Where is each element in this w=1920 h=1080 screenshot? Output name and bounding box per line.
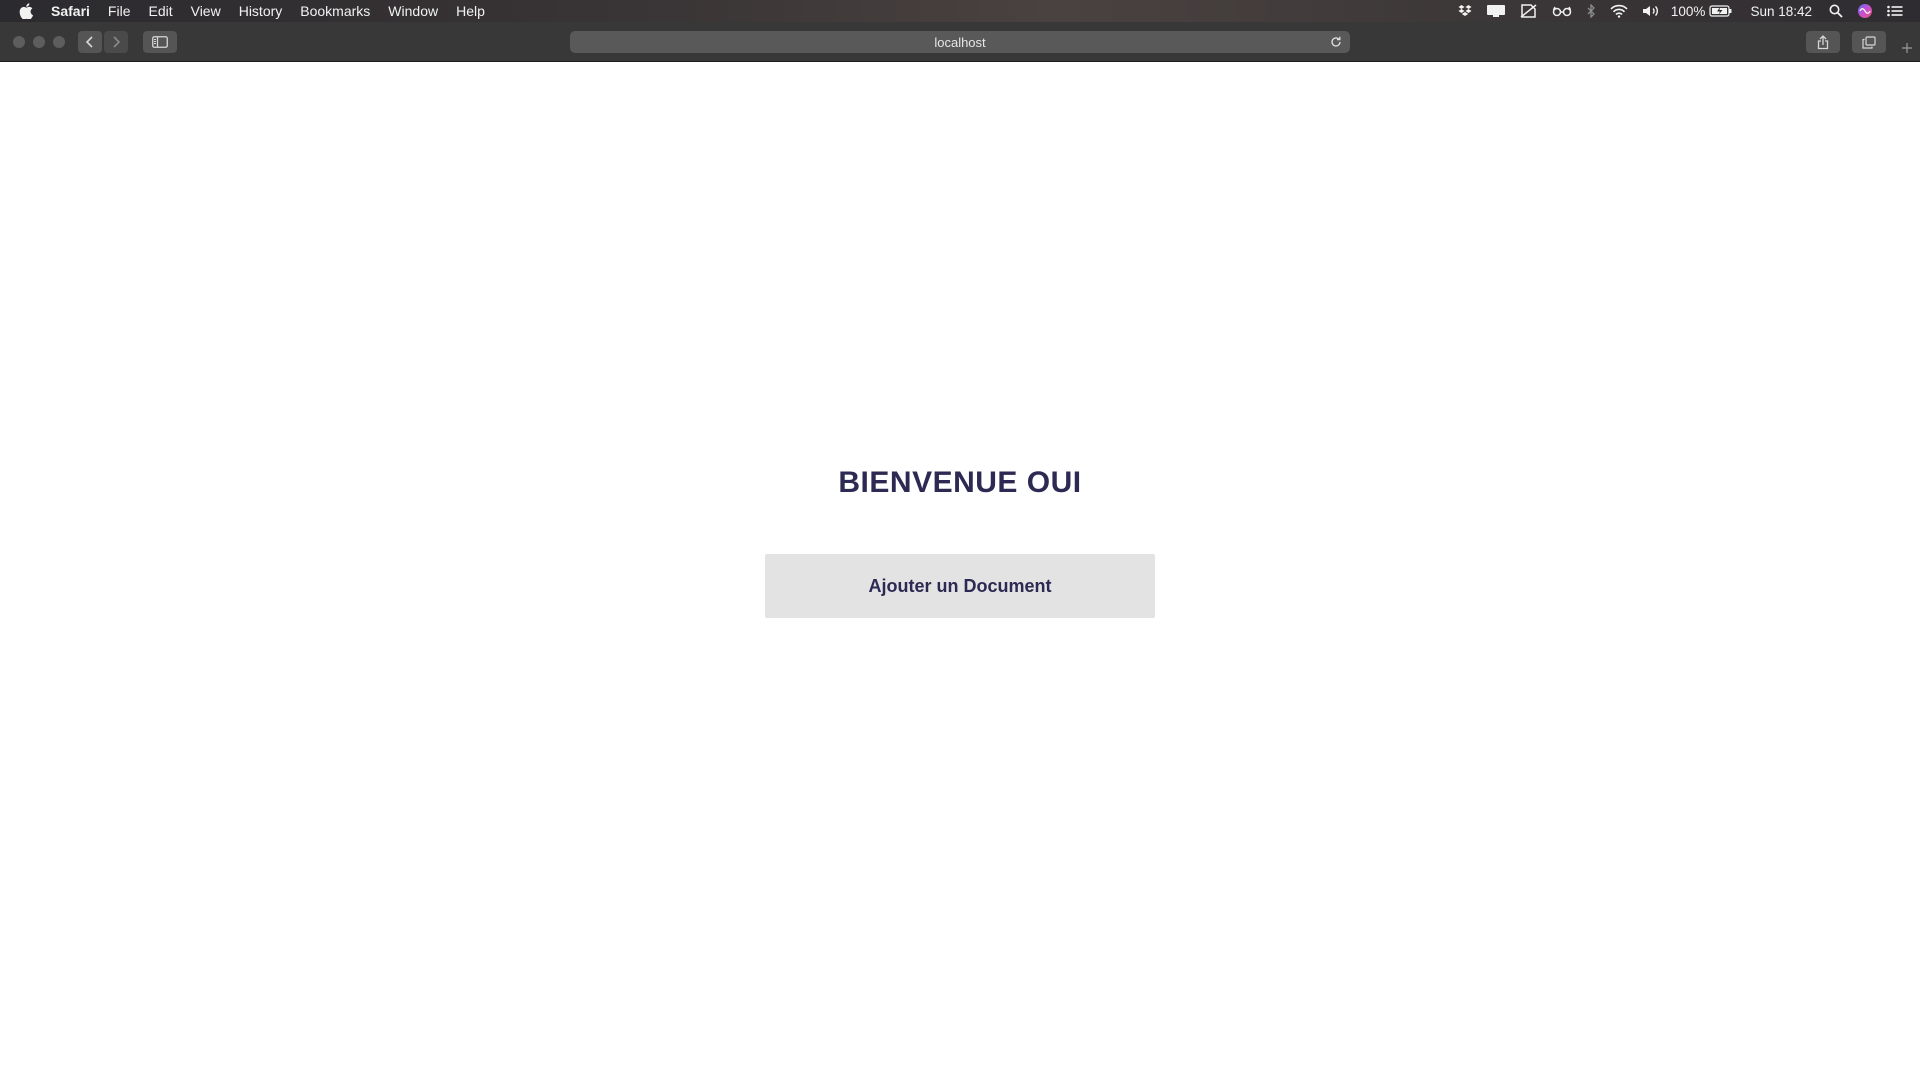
share-icon	[1817, 34, 1829, 49]
sidebar-icon	[152, 36, 168, 48]
new-tab-button[interactable]	[1896, 36, 1918, 60]
minimize-window-button[interactable]	[33, 36, 45, 48]
menu-window[interactable]: Window	[379, 0, 447, 22]
menu-history[interactable]: History	[230, 0, 292, 22]
display-icon[interactable]	[1479, 0, 1513, 22]
reload-icon[interactable]	[1328, 34, 1344, 50]
spotlight-icon[interactable]	[1822, 0, 1850, 22]
back-button[interactable]	[78, 31, 102, 53]
battery-percentage: 100%	[1670, 3, 1706, 19]
bluetooth-icon[interactable]	[1579, 0, 1603, 22]
tabs-icon	[1862, 35, 1876, 49]
page-title: BIENVENUE OUI	[838, 466, 1082, 499]
menu-clock[interactable]: Sun 18:42	[1740, 4, 1822, 19]
glasses-icon[interactable]	[1545, 0, 1579, 22]
menu-bookmarks[interactable]: Bookmarks	[291, 0, 379, 22]
document-icon[interactable]	[1513, 0, 1545, 22]
chevron-left-icon	[85, 36, 93, 48]
address-text: localhost	[934, 34, 986, 50]
menu-view[interactable]: View	[182, 0, 230, 22]
menu-app-safari[interactable]: Safari	[42, 0, 99, 22]
browser-toolbar: localhost	[0, 22, 1920, 62]
dropbox-icon[interactable]	[1451, 0, 1479, 22]
add-document-button[interactable]: Ajouter un Document	[765, 554, 1155, 618]
share-button[interactable]	[1806, 31, 1840, 53]
sidebar-toggle-button[interactable]	[143, 31, 177, 53]
forward-button[interactable]	[104, 31, 128, 53]
menu-help[interactable]: Help	[447, 0, 494, 22]
battery-icon[interactable]	[1709, 0, 1740, 22]
tab-overview-button[interactable]	[1852, 31, 1886, 53]
siri-icon[interactable]	[1850, 0, 1880, 22]
address-bar[interactable]: localhost	[570, 31, 1350, 53]
menu-edit[interactable]: Edit	[139, 0, 181, 22]
volume-icon[interactable]	[1635, 0, 1667, 22]
menu-bar: Safari File Edit View History Bookmarks …	[0, 0, 1920, 22]
chevron-right-icon	[113, 36, 121, 48]
wifi-icon[interactable]	[1603, 0, 1635, 22]
web-page: BIENVENUE OUI Ajouter un Document	[0, 62, 1920, 1080]
close-window-button[interactable]	[13, 36, 25, 48]
zoom-window-button[interactable]	[53, 36, 65, 48]
notification-center-icon[interactable]	[1880, 0, 1910, 22]
apple-icon[interactable]	[16, 0, 36, 22]
menu-file[interactable]: File	[99, 0, 140, 22]
plus-icon	[1902, 43, 1912, 53]
